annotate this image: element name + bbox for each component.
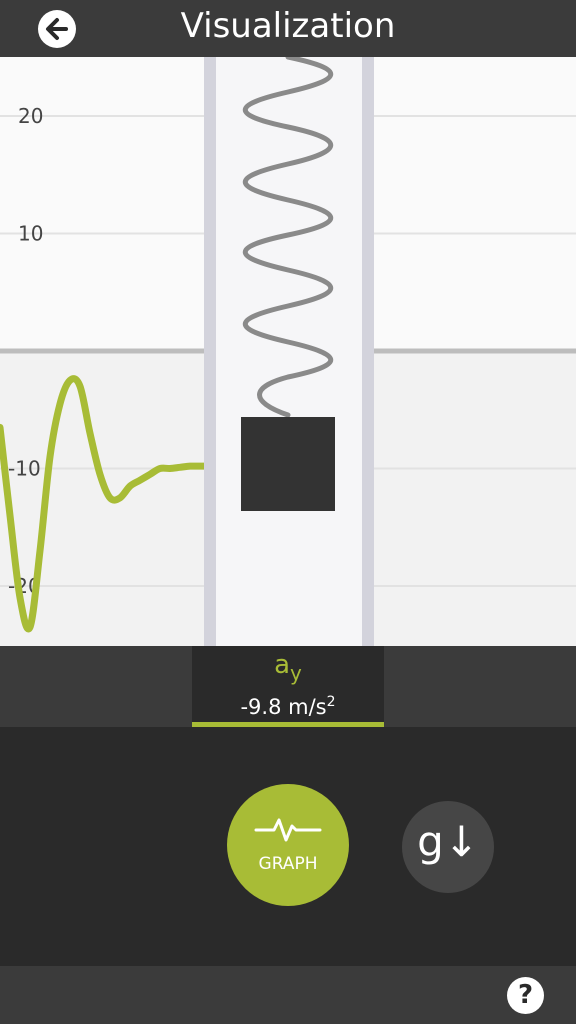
track-right-rail	[362, 57, 374, 646]
graph-button[interactable]: GRAPH	[227, 784, 349, 906]
help-button[interactable]: ?	[507, 977, 544, 1014]
track-left-rail	[204, 57, 216, 646]
graph-button-label: GRAPH	[258, 854, 318, 874]
y-tick-label: 10	[18, 222, 43, 246]
y-tick-label: -10	[8, 457, 41, 481]
y-tick-label: 20	[18, 104, 43, 128]
page-title: Visualization	[180, 6, 396, 46]
acceleration-readout-tab[interactable]: ay -9.8 m/s2	[192, 646, 384, 727]
header-bar: Visualization	[0, 0, 576, 57]
readout-value: -9.8 m/s2	[240, 694, 336, 719]
spring-track	[212, 57, 362, 646]
readout-symbol: ay	[274, 650, 302, 685]
gravity-toggle-button[interactable]: g↓	[402, 801, 494, 893]
gravity-down-icon: g↓	[417, 817, 479, 866]
graph-pulse-icon	[254, 818, 322, 842]
visualization-panel: 20 10 -10 -20	[0, 57, 576, 646]
readout-bar: ay -9.8 m/s2	[0, 646, 576, 727]
footer-bar: ?	[0, 966, 576, 1024]
spring-mass-block[interactable]	[241, 417, 335, 511]
active-tab-indicator	[192, 722, 384, 727]
acceleration-chart: 2010-10-20	[0, 57, 576, 646]
